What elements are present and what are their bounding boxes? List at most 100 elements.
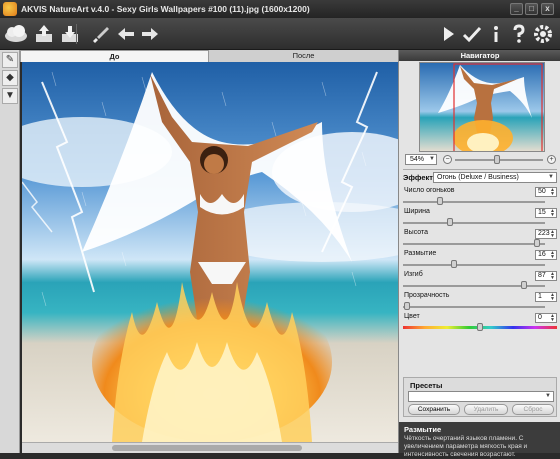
param-slider-track[interactable]: [403, 306, 545, 308]
param-label: Высота: [404, 229, 429, 236]
param-flame-count: Число огоньков 50 ▲ ▼: [403, 187, 557, 207]
param-value: 50: [538, 188, 546, 195]
spinner-icon[interactable]: ▲ ▼: [550, 251, 555, 260]
param-height: Высота 223 ▲ ▼: [403, 229, 557, 249]
view-tabs: До После: [20, 50, 398, 62]
spinner-icon[interactable]: ▲ ▼: [550, 209, 555, 218]
title-bar: AKVIS NatureArt v.4.0 - Sexy Girls Wallp…: [0, 0, 560, 18]
redo-icon[interactable]: [138, 22, 162, 46]
spinner-icon[interactable]: ▲ ▼: [550, 293, 555, 302]
canvas-image: [22, 71, 398, 442]
effect-row: Эффект: Огонь (Deluxe / Business) ▼: [403, 172, 557, 183]
spinner-icon[interactable]: ▲ ▼: [550, 188, 555, 197]
toolbar: [0, 18, 560, 50]
help-title: Размытие: [404, 425, 442, 434]
tab-before[interactable]: До: [20, 50, 209, 62]
param-slider-handle[interactable]: [447, 218, 453, 226]
chevron-down-icon: ▼: [548, 174, 554, 180]
zoom-row: 54% ▼ − +: [399, 154, 560, 166]
param-value-input[interactable]: 1 ▲ ▼: [535, 292, 557, 302]
save-file-icon[interactable]: [58, 22, 82, 46]
effect-value: Огонь (Deluxe / Business): [437, 174, 519, 181]
param-width: Ширина 15 ▲ ▼: [403, 208, 557, 228]
zoom-out-button[interactable]: −: [443, 155, 452, 164]
param-value-input[interactable]: 0 ▲ ▼: [535, 313, 557, 323]
param-label: Прозрачность: [404, 292, 450, 299]
zoom-in-button[interactable]: +: [547, 155, 556, 164]
param-slider-handle[interactable]: [534, 239, 540, 247]
param-slider-handle[interactable]: [477, 323, 483, 331]
param-value: 223: [538, 230, 550, 237]
zoom-value: 54%: [410, 156, 425, 163]
eraser-icon[interactable]: ◆: [2, 70, 18, 86]
param-slider-track[interactable]: [403, 243, 545, 245]
toolbar-separator: [76, 24, 77, 44]
maximize-button[interactable]: □: [525, 3, 538, 15]
chevron-down-icon: ▼: [545, 393, 551, 399]
delete-preset-button[interactable]: Удалить: [464, 404, 508, 415]
brush-icon[interactable]: [88, 22, 112, 46]
help-icon[interactable]: [507, 22, 531, 46]
save-preset-button[interactable]: Сохранить: [408, 404, 460, 415]
app-icon: [3, 2, 17, 16]
param-value: 16: [538, 251, 546, 258]
image-canvas[interactable]: [22, 62, 398, 442]
spinner-icon[interactable]: ▲ ▼: [550, 272, 555, 281]
param-slider-handle[interactable]: [521, 281, 527, 289]
param-slider-handle[interactable]: [404, 302, 410, 310]
fill-bucket-icon[interactable]: ▼: [2, 88, 18, 104]
help-panel: Размытие Чёткость очертаний языков пламе…: [399, 422, 560, 458]
minimize-button[interactable]: _: [510, 3, 523, 15]
settings-panel: Навигатор 54% ▼ − + Эффект: Огонь (Delux…: [398, 50, 560, 458]
param-slider-track[interactable]: [403, 264, 545, 266]
param-slider-track[interactable]: [403, 201, 545, 203]
close-button[interactable]: x: [541, 3, 554, 15]
param-label: Изгиб: [404, 271, 423, 278]
undo-icon[interactable]: [114, 22, 138, 46]
run-icon[interactable]: [436, 22, 460, 46]
tab-after[interactable]: После: [209, 50, 398, 62]
param-color: Цвет 0 ▲ ▼: [403, 313, 557, 333]
settings-icon[interactable]: [531, 22, 555, 46]
param-label: Цвет: [404, 313, 420, 320]
param-value-input[interactable]: 16 ▲ ▼: [535, 250, 557, 260]
zoom-select[interactable]: 54% ▼: [405, 154, 437, 165]
presets-select[interactable]: ▼: [408, 391, 554, 402]
param-value-input[interactable]: 50 ▲ ▼: [535, 187, 557, 197]
presets-box: Пресеты ▼ Сохранить Удалить Сброс: [403, 377, 557, 417]
open-file-icon[interactable]: [32, 22, 56, 46]
preview-thumbnail: [438, 63, 543, 151]
zoom-slider-handle[interactable]: [494, 155, 500, 164]
param-value-input[interactable]: 87 ▲ ▼: [535, 271, 557, 281]
scrollbar-thumb[interactable]: [112, 445, 302, 451]
apply-icon[interactable]: [460, 22, 484, 46]
param-label: Ширина: [404, 208, 430, 215]
spinner-icon[interactable]: ▲ ▼: [550, 230, 555, 239]
divider: [403, 169, 557, 170]
reset-preset-button[interactable]: Сброс: [512, 404, 554, 415]
flame-brush-icon[interactable]: ✎: [2, 52, 18, 68]
param-value-input[interactable]: 15 ▲ ▼: [535, 208, 557, 218]
param-slider-track[interactable]: [403, 222, 545, 224]
info-icon[interactable]: [484, 22, 508, 46]
param-label: Число огоньков: [404, 187, 455, 194]
tools-panel: ✎ ◆ ▼: [0, 50, 20, 453]
param-value-input[interactable]: 223 ▲ ▼: [535, 229, 557, 239]
navigator-preview[interactable]: [419, 62, 545, 152]
cloud-logo-icon: [3, 22, 29, 46]
help-text: Чёткость очертаний языков пламени. С уве…: [404, 435, 528, 458]
effect-select[interactable]: Огонь (Deluxe / Business) ▼: [433, 172, 557, 183]
param-value: 0: [538, 314, 542, 321]
chevron-down-icon: ▼: [429, 156, 435, 162]
param-label: Размытие: [404, 250, 437, 257]
presets-title: Пресеты: [410, 381, 443, 390]
spinner-icon[interactable]: ▲ ▼: [550, 314, 555, 323]
navigator-title: Навигатор: [399, 50, 560, 61]
param-slider-handle[interactable]: [451, 260, 457, 268]
param-transparency: Прозрачность 1 ▲ ▼: [403, 292, 557, 312]
horizontal-scrollbar[interactable]: [22, 442, 398, 453]
param-value: 15: [538, 209, 546, 216]
param-value: 1: [538, 293, 542, 300]
param-slider-handle[interactable]: [437, 197, 443, 205]
window-title: AKVIS NatureArt v.4.0 - Sexy Girls Wallp…: [21, 4, 310, 14]
